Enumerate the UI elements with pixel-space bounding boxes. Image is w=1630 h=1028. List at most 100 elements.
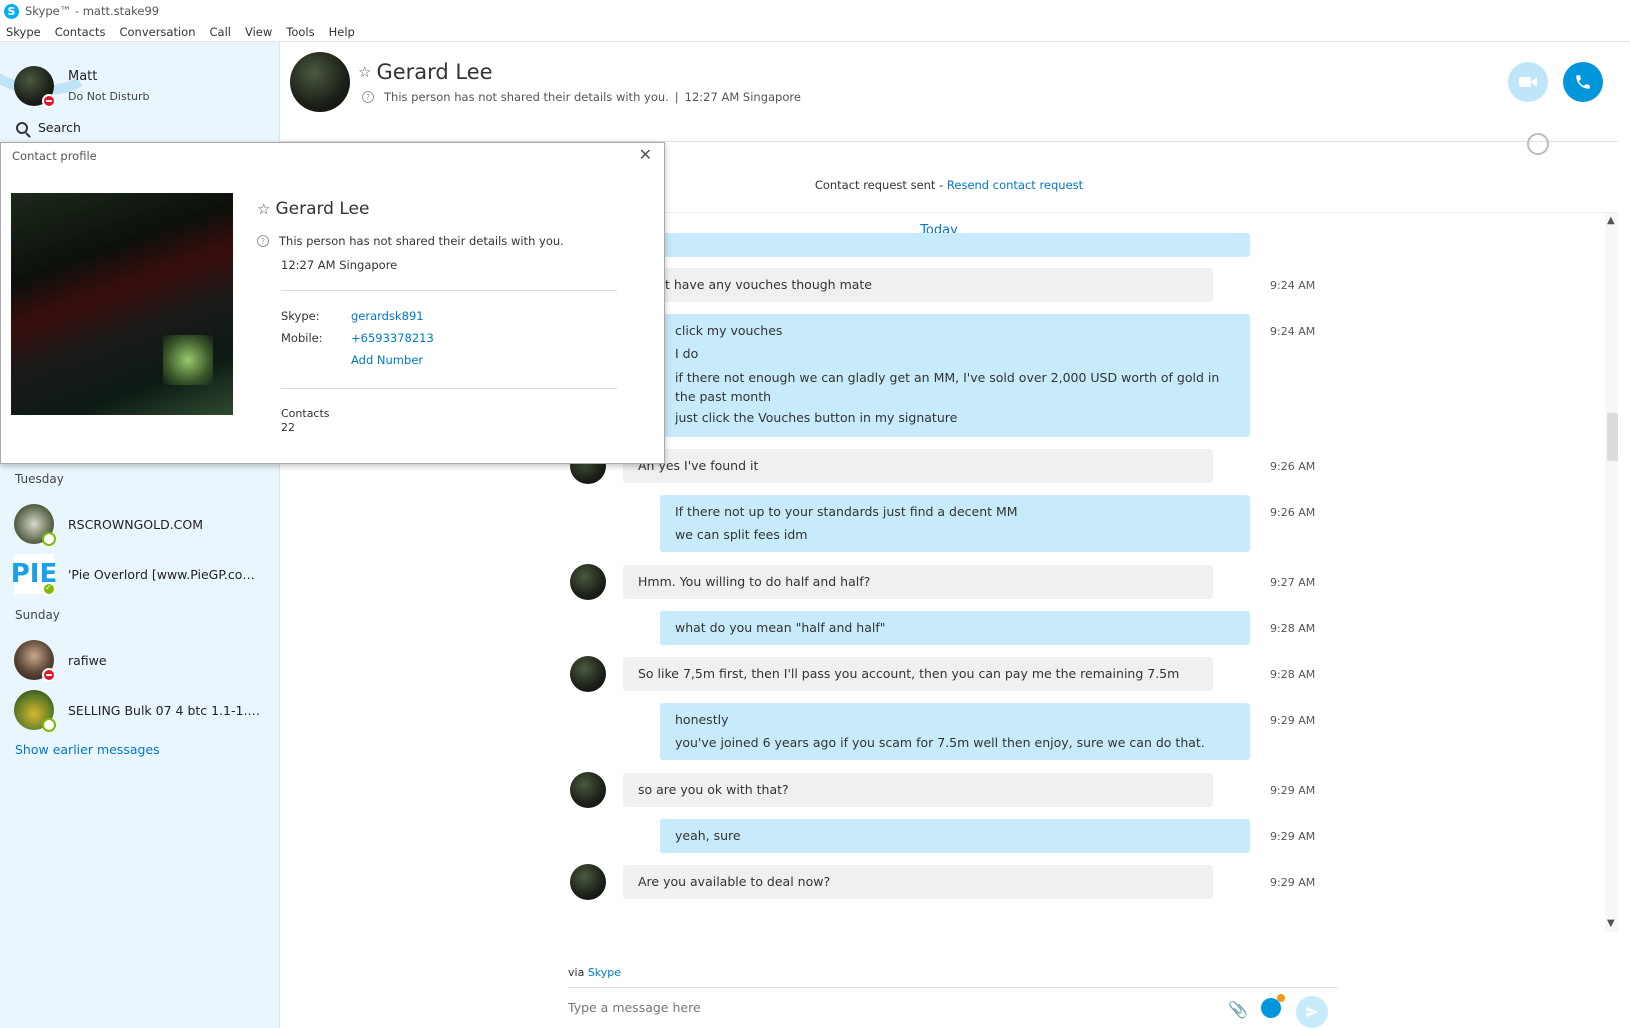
- contact-photo: [11, 193, 233, 415]
- message-text: So like 7,5m first, then I'll pass you a…: [638, 666, 1180, 681]
- help-icon: ?: [362, 91, 374, 103]
- online-status-icon: [42, 582, 56, 596]
- video-call-button[interactable]: [1508, 62, 1548, 102]
- recent-item[interactable]: RSCROWNGOLD.COM: [14, 504, 274, 546]
- message-text: we can split fees idm: [675, 527, 808, 542]
- group-label-tuesday: Tuesday: [15, 472, 64, 486]
- contact-request-text: Contact request sent -: [814, 178, 947, 192]
- close-icon[interactable]: ✕: [639, 145, 652, 164]
- audio-call-button[interactable]: [1563, 62, 1603, 102]
- mobile-label: Mobile:: [281, 331, 323, 345]
- profile-name: ☆ Gerard Lee: [257, 199, 369, 219]
- message-bubble-incoming[interactable]: So like 7,5m first, then I'll pass you a…: [623, 657, 1213, 691]
- contact-name-text[interactable]: Gerard Lee: [376, 60, 492, 84]
- globe-icon[interactable]: [1527, 133, 1549, 155]
- scroll-down-arrow-icon[interactable]: ▼: [1607, 918, 1615, 929]
- contact-avatar: [14, 504, 56, 546]
- message-text: If there not up to your standards just f…: [675, 504, 1018, 519]
- profile-privacy: ? This person has not shared their detai…: [257, 234, 564, 248]
- my-profile[interactable]: Matt Do Not Disturb: [14, 66, 150, 108]
- menu-conversation[interactable]: Conversation: [119, 25, 195, 39]
- paperclip-icon[interactable]: 📎: [1228, 1000, 1248, 1019]
- message-bubble-outgoing[interactable]: honestly you've joined 6 years ago if yo…: [660, 703, 1250, 760]
- message-time: 9:29 AM: [1270, 830, 1316, 843]
- recent-item[interactable]: SELLING Bulk 07 4 btc 1.1-1.15: [14, 690, 274, 732]
- message-time: 9:26 AM: [1270, 460, 1316, 473]
- skype-id-link[interactable]: gerardsk891: [351, 309, 424, 323]
- help-icon: ?: [257, 235, 269, 247]
- skype-label: Skype:: [281, 309, 320, 323]
- contacts-label: Contacts: [281, 407, 330, 420]
- message-bubble-outgoing[interactable]: click my vouches I do if there not enoug…: [660, 314, 1250, 437]
- message-text: honestly: [675, 712, 729, 727]
- via-text: via: [568, 966, 588, 979]
- send-button[interactable]: [1296, 996, 1328, 1028]
- contact-subtitle: ? This person has not shared their detai…: [362, 90, 801, 104]
- recent-item-name: RSCROWNGOLD.COM: [68, 516, 204, 532]
- message-bubble-outgoing[interactable]: If there not up to your standards just f…: [660, 495, 1250, 552]
- favorite-star-icon[interactable]: ☆: [257, 200, 270, 218]
- show-earlier-link[interactable]: Show earlier messages: [15, 742, 160, 757]
- message-time: 9:28 AM: [1270, 622, 1316, 635]
- menu-tools[interactable]: Tools: [286, 25, 314, 39]
- message-time: 9:28 AM: [1270, 668, 1316, 681]
- my-status[interactable]: Do Not Disturb: [68, 90, 150, 103]
- message-bubble-outgoing[interactable]: what do you mean "half and half": [660, 611, 1250, 645]
- recent-item[interactable]: rafiwe: [14, 640, 274, 682]
- message-bubble-incoming[interactable]: don't have any vouches though mate: [623, 268, 1213, 302]
- message-text: if there not enough we can gladly get an…: [675, 370, 1220, 404]
- sender-avatar[interactable]: [570, 564, 606, 600]
- resend-contact-request-link[interactable]: Resend contact request: [947, 178, 1083, 192]
- sender-avatar[interactable]: [570, 772, 606, 808]
- menu-call[interactable]: Call: [210, 25, 231, 39]
- recent-item-name: rafiwe: [68, 652, 107, 668]
- sender-avatar[interactable]: [570, 656, 606, 692]
- search-icon: [16, 121, 28, 134]
- message-scrollbar[interactable]: [1605, 213, 1618, 932]
- recent-item-name: SELLING Bulk 07 4 btc 1.1-1.15: [68, 702, 263, 718]
- message-bubble-incoming[interactable]: Are you available to deal now?: [623, 865, 1213, 899]
- message-bubble-incoming[interactable]: so are you ok with that?: [623, 773, 1213, 807]
- away-status-icon: [42, 718, 56, 732]
- mobile-number-link[interactable]: +6593378213: [351, 331, 434, 345]
- scroll-up-arrow-icon[interactable]: ▲: [1607, 215, 1615, 226]
- dialog-title: Contact profile: [12, 149, 97, 163]
- message-bubble-outgoing[interactable]: yeah, sure: [660, 819, 1250, 853]
- search-label: Search: [38, 120, 81, 135]
- contact-profile-dialog: Contact profile ✕ ☆ Gerard Lee ? This pe…: [0, 142, 665, 464]
- add-number-link[interactable]: Add Number: [351, 353, 423, 367]
- message-input[interactable]: [568, 1000, 1168, 1015]
- group-label-sunday: Sunday: [15, 608, 60, 622]
- video-camera-icon: [1519, 77, 1537, 87]
- title-bar: S Skype™ - matt.stake99: [0, 0, 1630, 22]
- search-box[interactable]: Search: [16, 120, 81, 135]
- message-text: you've joined 6 years ago if you scam fo…: [675, 735, 1205, 750]
- contact-avatar: [14, 640, 56, 682]
- profile-local-time: 12:27 AM Singapore: [281, 258, 398, 272]
- divider: [281, 388, 617, 389]
- contact-avatar: [14, 690, 56, 732]
- contact-name: ☆ Gerard Lee: [358, 60, 493, 84]
- message-time: 9:26 AM: [1270, 506, 1316, 519]
- emoticon-icon[interactable]: [1261, 994, 1285, 1018]
- message-bubble-partial: [660, 233, 1250, 257]
- sender-avatar[interactable]: [570, 864, 606, 900]
- menu-bar: Skype Contacts Conversation Call View To…: [0, 22, 1630, 42]
- message-time: 9:24 AM: [1270, 325, 1316, 338]
- my-avatar[interactable]: [14, 66, 56, 108]
- contact-privacy-text: This person has not shared their details…: [384, 90, 669, 104]
- recent-item[interactable]: PIE 'Pie Overlord [www.PieGP.com f...: [11, 554, 274, 596]
- message-time: 9:24 AM: [1270, 279, 1316, 292]
- via-skype-link[interactable]: Skype: [588, 966, 621, 979]
- menu-view[interactable]: View: [245, 25, 272, 39]
- contact-local-time: 12:27 AM Singapore: [684, 90, 801, 104]
- message-text: don't have any vouches though mate: [638, 277, 873, 292]
- contact-avatar[interactable]: [290, 52, 350, 112]
- menu-help[interactable]: Help: [329, 25, 355, 39]
- message-bubble-incoming[interactable]: Hmm. You willing to do half and half?: [623, 565, 1213, 599]
- favorite-star-icon[interactable]: ☆: [358, 63, 371, 81]
- contacts-count: 22: [281, 421, 295, 434]
- scrollbar-thumb[interactable]: [1607, 413, 1618, 461]
- message-text: just click the Vouches button in my sign…: [675, 410, 958, 425]
- message-bubble-incoming[interactable]: Ah yes I've found it: [623, 449, 1213, 483]
